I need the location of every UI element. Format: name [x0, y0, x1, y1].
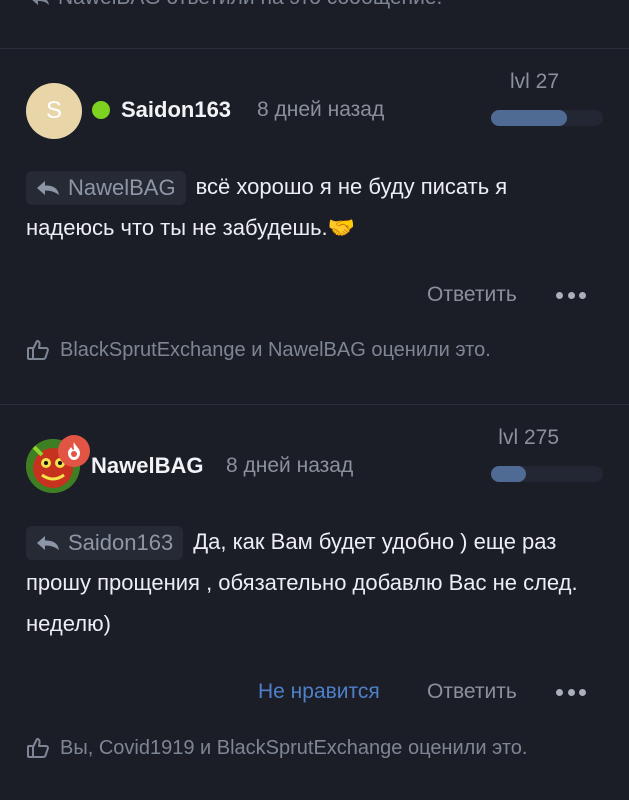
- thumbs-up-icon: [27, 340, 49, 360]
- reply-quote-chip[interactable]: NawelBAG: [26, 171, 186, 206]
- level-progress-bar: [491, 466, 603, 482]
- level-progress-fill: [491, 110, 568, 126]
- author-name[interactable]: Saidon163: [121, 97, 231, 123]
- avatar[interactable]: S: [26, 83, 82, 139]
- likes-summary[interactable]: Вы, Covid1919 и BlackSprutExchange оцени…: [26, 736, 527, 760]
- comment-body: Saidon163 Да, как Вам будет удобно ) еще…: [26, 521, 596, 644]
- likes-text: Вы, Covid1919 и BlackSprutExchange оцени…: [60, 736, 528, 759]
- previous-reply-text: NawelBAG ответили на это сообщение.: [58, 0, 442, 10]
- likes-text: BlackSprutExchange и NawelBAG оценили эт…: [60, 338, 491, 361]
- fire-badge-icon: [58, 435, 90, 467]
- thumbs-up-icon: [27, 738, 49, 758]
- level-progress-bar: [491, 110, 603, 126]
- reply-button[interactable]: Ответить: [427, 283, 517, 307]
- reply-arrow-icon: [37, 181, 59, 196]
- comment: S Saidon163 8 дней назад lvl 27 NawelBAG…: [0, 49, 629, 405]
- likes-summary[interactable]: BlackSprutExchange и NawelBAG оценили эт…: [26, 338, 491, 362]
- reply-quote-chip[interactable]: Saidon163: [26, 526, 184, 561]
- user-level: lvl 275: [498, 426, 559, 449]
- reply-arrow-icon: [30, 0, 50, 11]
- user-level: lvl 27: [509, 70, 559, 93]
- post-time: 8 дней назад: [226, 454, 354, 477]
- dislike-button[interactable]: Не нравится: [258, 680, 380, 704]
- quote-username: NawelBAG: [68, 175, 176, 201]
- more-options-icon[interactable]: [556, 686, 586, 698]
- author-name[interactable]: NawelBAG: [91, 453, 203, 479]
- comment: NawelBAG 8 дней назад lvl 275 Saidon163 …: [0, 405, 629, 800]
- post-time: 8 дней назад: [257, 98, 385, 121]
- reply-button[interactable]: Ответить: [427, 680, 517, 704]
- reply-arrow-icon: [37, 536, 59, 551]
- level-progress-fill: [491, 466, 526, 482]
- more-options-icon[interactable]: [556, 289, 586, 301]
- online-status-icon: [92, 101, 110, 119]
- comment-body: NawelBAG всё хорошо я не буду писать я н…: [26, 166, 596, 248]
- previous-reply-notice: NawelBAG ответили на это сообщение.: [0, 0, 629, 49]
- quote-username: Saidon163: [68, 530, 174, 556]
